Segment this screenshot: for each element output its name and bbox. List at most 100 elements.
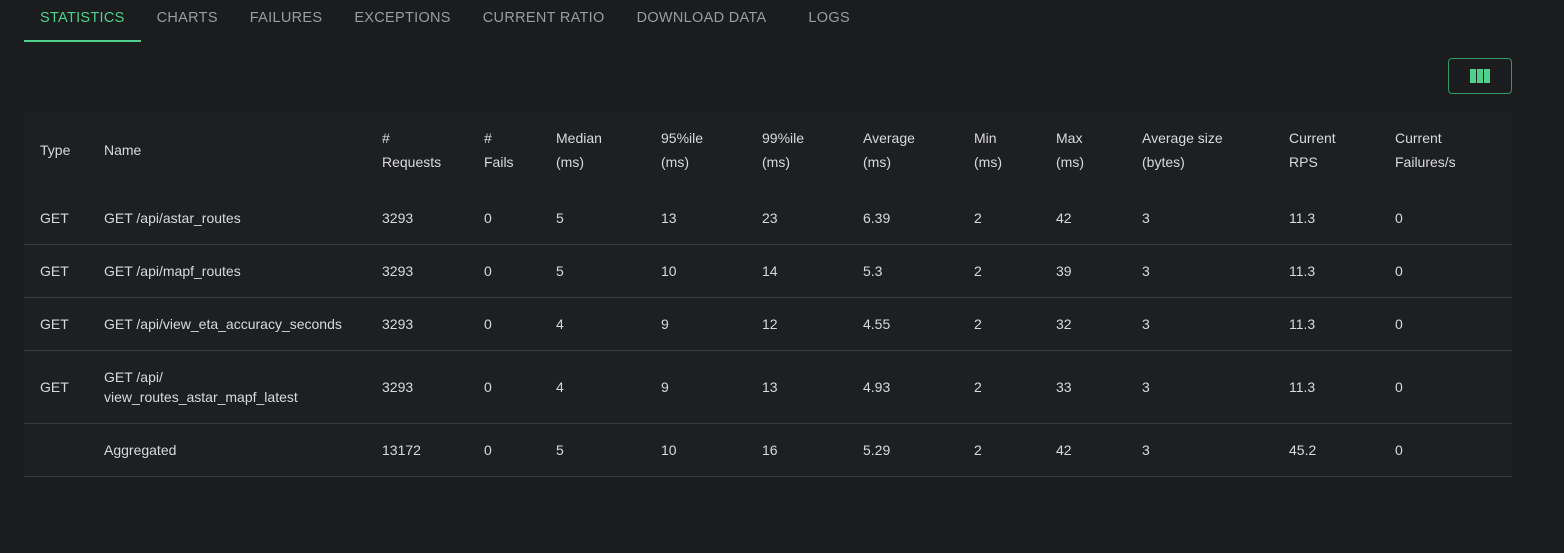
cell-p95: 10 [645,423,746,477]
cell-min: 2 [958,297,1040,351]
cell-fails: 0 [468,297,540,351]
cell-current-failures: 0 [1379,423,1512,477]
column-header-line: (ms) [974,154,1002,170]
cell-average: 6.39 [847,192,958,245]
cell-p99: 14 [746,244,847,298]
cell-requests: 3293 [366,350,468,424]
cell-requests: 13172 [366,423,468,477]
cell-name: GET /api/view_eta_accuracy_seconds [88,297,366,351]
cell-p95: 13 [645,192,746,245]
column-header-avg-size[interactable]: Average size (bytes) [1126,112,1273,192]
column-header-line: Current [1289,130,1336,146]
column-header-line: (ms) [1056,154,1084,170]
column-header-line: Name [104,142,142,158]
cell-max: 39 [1040,244,1126,298]
column-header-line: Current [1395,130,1442,146]
cell-min: 2 [958,244,1040,298]
cell-fails: 0 [468,423,540,477]
column-header-line: Fails [484,154,514,170]
cell-median: 5 [540,423,645,477]
tab-current-ratio[interactable]: CURRENT RATIO [467,0,621,42]
cell-current-rps: 11.3 [1273,192,1379,245]
column-header-p95[interactable]: 95%ile (ms) [645,112,746,192]
column-header-p99[interactable]: 99%ile (ms) [746,112,847,192]
cell-current-failures: 0 [1379,350,1512,424]
tab-bar: STATISTICS CHARTS FAILURES EXCEPTIONS CU… [24,0,866,42]
column-header-line: 95%ile [661,130,704,146]
cell-type: GET [24,350,88,424]
column-header-fails[interactable]: # Fails [468,112,540,192]
tab-statistics[interactable]: STATISTICS [24,0,141,42]
cell-min: 2 [958,192,1040,245]
cell-current-rps: 11.3 [1273,244,1379,298]
cell-avg-size: 3 [1126,297,1273,351]
column-header-median[interactable]: Median (ms) [540,112,645,192]
cell-p95: 10 [645,244,746,298]
cell-max: 33 [1040,350,1126,424]
tab-logs[interactable]: LOGS [792,0,866,42]
column-header-line: (ms) [762,154,790,170]
cell-avg-size: 3 [1126,423,1273,477]
column-header-line: 99%ile [762,130,805,146]
column-header-line: Requests [382,154,442,170]
table-header-row: Type Name # Requests # Fails Median (ms) 95%ile (… [24,112,1512,192]
cell-current-failures: 0 [1379,244,1512,298]
cell-current-rps: 45.2 [1273,423,1379,477]
column-header-min[interactable]: Min (ms) [958,112,1040,192]
cell-max: 42 [1040,192,1126,245]
column-header-line: # [382,130,390,146]
cell-fails: 0 [468,350,540,424]
column-header-line: (ms) [661,154,689,170]
cell-median: 4 [540,350,645,424]
cell-requests: 3293 [366,297,468,351]
table-row: GET GET /api/ view_routes_astar_mapf_late… [24,350,1512,424]
cell-type: GET [24,297,88,351]
table-row: GET GET /api/view_eta_accuracy_seconds 329… [24,297,1512,351]
cell-requests: 3293 [366,192,468,245]
column-header-current-rps[interactable]: Current RPS [1273,112,1379,192]
tab-charts[interactable]: CHARTS [141,0,234,42]
cell-name: GET /api/ view_routes_astar_mapf_latest [88,350,366,424]
cell-avg-size: 3 [1126,244,1273,298]
column-header-average[interactable]: Average (ms) [847,112,958,192]
tab-download-data[interactable]: DOWNLOAD DATA [621,0,783,42]
column-header-type[interactable]: Type [24,112,88,192]
cell-fails: 0 [468,244,540,298]
cell-p99: 23 [746,192,847,245]
cell-max: 42 [1040,423,1126,477]
cell-average: 4.55 [847,297,958,351]
cell-p99: 16 [746,423,847,477]
column-header-line: Type [40,142,71,158]
cell-p95: 9 [645,297,746,351]
column-header-current-failures[interactable]: Current Failures/s [1379,112,1512,192]
column-header-line: RPS [1289,154,1318,170]
column-header-line: Max [1056,130,1083,146]
tab-failures[interactable]: FAILURES [234,0,339,42]
cell-current-failures: 0 [1379,192,1512,245]
cell-max: 32 [1040,297,1126,351]
cell-min: 2 [958,423,1040,477]
select-columns-button[interactable] [1448,58,1512,94]
column-header-max[interactable]: Max (ms) [1040,112,1126,192]
column-header-line: Average [863,130,915,146]
cell-p95: 9 [645,350,746,424]
cell-requests: 3293 [366,244,468,298]
cell-p99: 12 [746,297,847,351]
cell-type [24,423,88,477]
cell-average: 5.29 [847,423,958,477]
column-header-line: Failures/s [1395,154,1456,170]
cell-name: Aggregated [88,423,366,477]
table-row: GET GET /api/astar_routes 3293 0 5 13 23 6.39 2 4… [24,192,1512,245]
cell-fails: 0 [468,192,540,245]
cell-median: 4 [540,297,645,351]
cell-current-rps: 11.3 [1273,297,1379,351]
cell-median: 5 [540,192,645,245]
tab-exceptions[interactable]: EXCEPTIONS [338,0,466,42]
cell-average: 5.3 [847,244,958,298]
column-header-name[interactable]: Name [88,112,366,192]
column-header-requests[interactable]: # Requests [366,112,468,192]
column-header-line: Median [556,130,602,146]
column-header-line: # [484,130,492,146]
cell-avg-size: 3 [1126,350,1273,424]
column-header-line: (ms) [863,154,891,170]
